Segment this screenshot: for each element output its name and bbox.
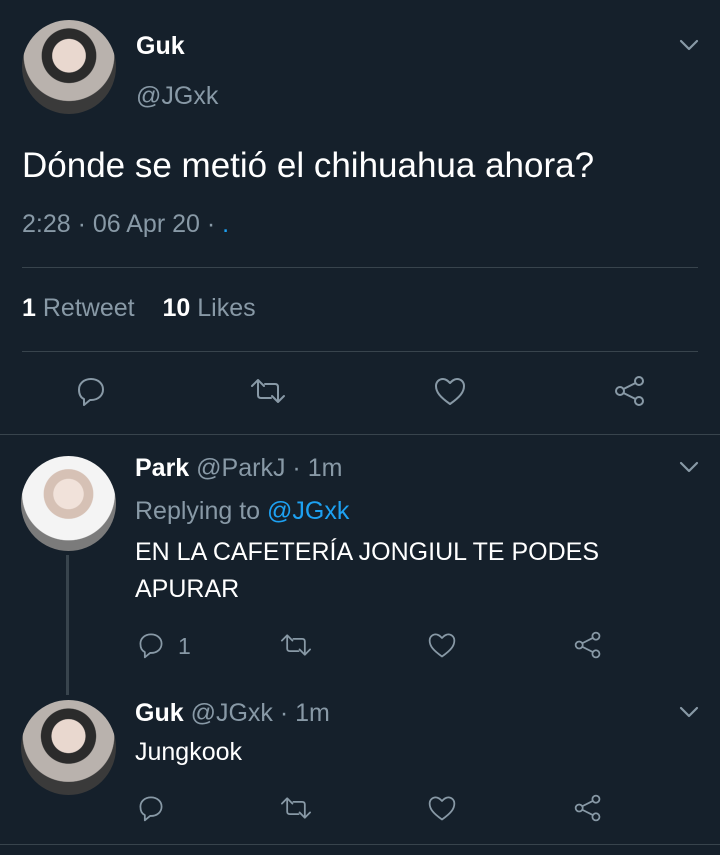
thread-line: [66, 555, 69, 695]
retweet-icon[interactable]: [248, 374, 288, 408]
reply-author-handle[interactable]: @JGxk: [191, 699, 273, 727]
retweet-icon[interactable]: [278, 630, 314, 660]
like-icon[interactable]: [426, 793, 458, 823]
share-icon[interactable]: [572, 630, 604, 660]
share-icon[interactable]: [612, 374, 648, 408]
like-icon[interactable]: [426, 630, 458, 660]
divider: [22, 267, 698, 268]
divider: [0, 434, 720, 435]
reply-icon[interactable]: [136, 630, 166, 660]
chevron-down-icon[interactable]: [678, 703, 700, 721]
retweet-count[interactable]: 1: [22, 294, 36, 322]
reply-icon[interactable]: [136, 793, 166, 823]
tweet-stats: 1 Retweet 10 Likes: [22, 294, 256, 323]
likes-count[interactable]: 10: [162, 294, 190, 322]
avatar[interactable]: [21, 700, 116, 795]
reply-author-handle[interactable]: @ParkJ: [196, 454, 285, 482]
replying-to-label: Replying to: [135, 497, 261, 525]
chevron-down-icon[interactable]: [678, 458, 700, 476]
replying-to: Replying to @JGxk: [135, 497, 349, 526]
share-icon[interactable]: [572, 793, 604, 823]
reply-header: Park @ParkJ · 1m: [135, 454, 342, 483]
tweet-text: Dónde se metió el chihuahua ahora?: [22, 146, 595, 185]
reply-header: Guk @JGxk · 1m: [135, 699, 330, 728]
tweet-source[interactable]: .: [222, 210, 229, 238]
author-handle[interactable]: @JGxk: [136, 82, 218, 111]
divider: [22, 351, 698, 352]
reply-icon[interactable]: [74, 374, 108, 408]
avatar[interactable]: [22, 20, 116, 114]
divider: [0, 844, 720, 845]
reply-time: · 1m: [279, 699, 330, 727]
tweet-meta: 2:28 · 06 Apr 20 · .: [22, 210, 229, 239]
tweet-timestamp: 2:28 · 06 Apr 20 ·: [22, 210, 216, 238]
replying-to-handle[interactable]: @JGxk: [267, 497, 349, 525]
avatar[interactable]: [21, 456, 116, 551]
retweet-icon[interactable]: [278, 793, 314, 823]
chevron-down-icon[interactable]: [678, 36, 700, 54]
reply-text: Jungkook: [135, 738, 243, 766]
reply-text-line2: APURAR: [135, 575, 240, 603]
reply-time: · 1m: [292, 454, 343, 482]
author-name[interactable]: Guk: [136, 32, 185, 61]
likes-label[interactable]: Likes: [197, 294, 255, 322]
reply-count: 1: [178, 633, 191, 659]
reply-author-name[interactable]: Park: [135, 454, 189, 482]
reply-author-name[interactable]: Guk: [135, 699, 184, 727]
reply-text-line1: EN LA CAFETERÍA JONGIUL TE PODES: [135, 538, 600, 566]
retweet-label[interactable]: Retweet: [43, 294, 135, 322]
like-icon[interactable]: [432, 374, 468, 408]
